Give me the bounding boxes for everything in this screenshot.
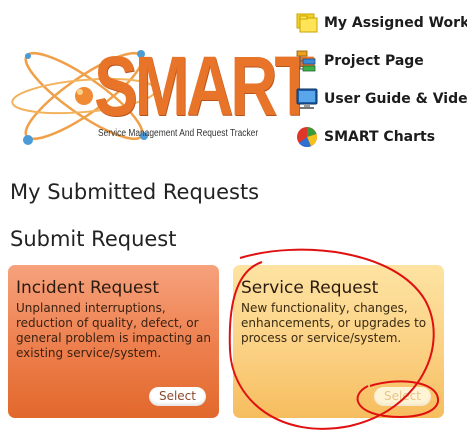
link-label: User Guide & Video — [324, 91, 467, 107]
link-user-guide-video[interactable]: User Guide & Video — [292, 84, 467, 114]
my-submitted-requests-link[interactable]: My Submitted Requests — [10, 180, 259, 204]
logo-tagline: Service Management And Request Tracker — [98, 128, 259, 139]
link-label: My Assigned Work — [324, 15, 467, 31]
link-my-assigned-work[interactable]: My Assigned Work — [292, 8, 467, 38]
pie-chart-icon — [292, 122, 322, 152]
card-title: Service Request — [241, 278, 379, 298]
service-request-card[interactable]: Service Request New functionality, chang… — [233, 265, 444, 418]
card-title: Incident Request — [16, 278, 160, 298]
card-description: Unplanned interruptions, reduction of qu… — [16, 301, 211, 360]
link-label: Project Page — [324, 53, 424, 69]
incident-request-card[interactable]: Incident Request Unplanned interruptions… — [8, 265, 219, 418]
service-select-button[interactable]: Select — [373, 387, 431, 406]
logo-wordmark: SMART — [94, 39, 314, 133]
submit-request-heading: Submit Request — [10, 227, 177, 251]
folders-icon — [292, 8, 322, 38]
link-label: SMART Charts — [324, 129, 436, 145]
smart-logo: SMART Service Management And Request Tra… — [6, 8, 314, 176]
monitor-icon — [292, 84, 322, 114]
incident-select-button[interactable]: Select — [148, 387, 206, 406]
link-smart-charts[interactable]: SMART Charts — [292, 122, 435, 152]
hierarchy-icon — [292, 46, 322, 76]
link-project-page[interactable]: Project Page — [292, 46, 424, 76]
card-description: New functionality, changes, enhancements… — [241, 301, 427, 345]
